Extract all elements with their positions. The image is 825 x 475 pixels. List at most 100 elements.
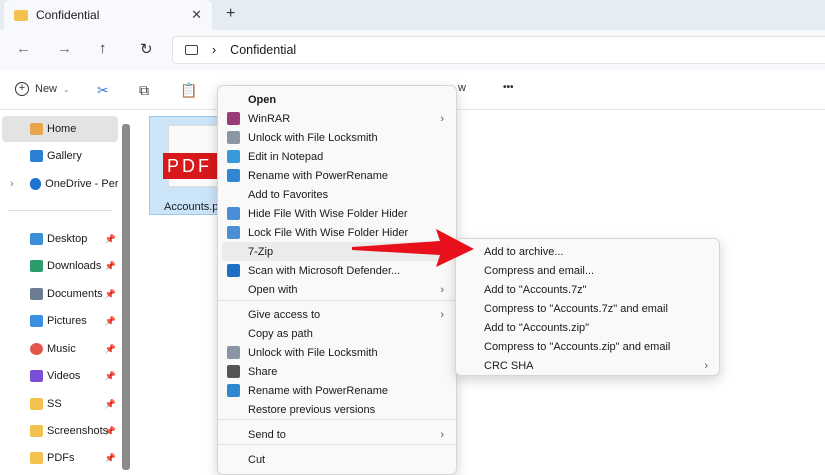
navigation-pane: Home Gallery ›OneDrive - Perso Desktop📌 …	[0, 110, 122, 470]
sidebar-item-pdfs[interactable]: PDFs 📌	[2, 445, 118, 471]
submenu-item[interactable]: CRC SHA ›	[460, 356, 716, 375]
menu-item-rename-with-powerrename[interactable]: Rename with PowerRename	[222, 166, 452, 185]
menu-item-label: Share	[248, 365, 278, 378]
menu-item-unlock-with-file-locksmith[interactable]: Unlock with File Locksmith	[222, 128, 452, 147]
submenu-item[interactable]: Add to archive...	[460, 242, 716, 261]
expand-chevron-icon: ›	[10, 178, 14, 190]
menu-item-copy-as-path[interactable]: Copy as path	[222, 324, 452, 343]
menu-item-7-zip[interactable]: 7-Zip	[222, 242, 452, 261]
sidebar-item-pictures[interactable]: Pictures 📌	[2, 308, 118, 334]
sidebar-item-label: Screenshots	[47, 425, 109, 437]
new-button[interactable]: + New ⌄	[15, 82, 70, 96]
sidebar-item-ss[interactable]: SS 📌	[2, 391, 118, 417]
sidebar-item-label: Documents	[47, 288, 103, 300]
menu-item-give-access-to[interactable]: Give access to ›	[222, 305, 452, 324]
sidebar-item-onedrive[interactable]: › OneDrive - Perso	[2, 171, 118, 197]
pin-icon: 📌	[104, 343, 116, 354]
menu-item-label: Send to	[248, 428, 286, 441]
menu-item-label: Edit in Notepad	[248, 150, 324, 163]
menu-item-scan-with-microsoft-defender[interactable]: Scan with Microsoft Defender...	[222, 261, 452, 280]
menu-item-icon	[227, 207, 240, 220]
pin-icon: 📌	[104, 288, 116, 299]
menu-item-rename-with-powerrename[interactable]: Rename with PowerRename	[222, 381, 452, 400]
menu-item-restore-previous-versions[interactable]: Restore previous versions	[222, 400, 452, 419]
address-bar[interactable]: › Confidential	[172, 36, 825, 64]
new-tab-button[interactable]: +	[226, 5, 235, 23]
sidebar-item-music[interactable]: Music 📌	[2, 336, 118, 362]
forward-button[interactable]: →	[57, 40, 72, 57]
menu-item-hide-file-with-wise-folder-hider[interactable]: Hide File With Wise Folder Hider	[222, 204, 452, 223]
chevron-down-icon: ⌄	[63, 84, 70, 94]
copy-button[interactable]: ⧉	[139, 82, 149, 99]
sidebar-item-label: Gallery	[47, 150, 82, 162]
menu-item-label: Open with	[248, 283, 298, 296]
tab-confidential[interactable]: Confidential ✕	[4, 0, 212, 30]
submenu-item-label: Compress and email...	[484, 264, 595, 277]
sidebar-item-videos[interactable]: Videos 📌	[2, 363, 118, 389]
breadcrumb-confidential[interactable]: Confidential	[230, 43, 296, 57]
submenu-item-label: CRC SHA	[484, 359, 534, 372]
sidebar-item-gallery[interactable]: Gallery	[2, 143, 118, 169]
menu-item-label: WinRAR	[248, 112, 291, 125]
pin-icon: 📌	[104, 233, 116, 244]
submenu-item[interactable]: Add to "Accounts.7z"	[460, 280, 716, 299]
refresh-button[interactable]: ↻	[140, 40, 153, 58]
more-options-button[interactable]: •••	[503, 82, 514, 93]
submenu-item[interactable]: Add to "Accounts.zip"	[460, 318, 716, 337]
paste-button[interactable]: 📋	[180, 82, 197, 99]
cut-button[interactable]: ✂	[97, 82, 109, 99]
pin-icon: 📌	[104, 452, 116, 463]
submenu-item[interactable]: Compress to "Accounts.7z" and email	[460, 299, 716, 318]
menu-item-label: Scan with Microsoft Defender...	[248, 264, 401, 277]
folder-icon	[30, 425, 43, 437]
up-button[interactable]: ↑	[99, 40, 107, 57]
menu-item-icon	[227, 150, 240, 163]
sidebar-item-label: OneDrive - Perso	[45, 178, 118, 190]
sidebar-item-home[interactable]: Home	[2, 116, 118, 142]
menu-item-add-to-favorites[interactable]: Add to Favorites	[222, 185, 452, 204]
address-row: ← → ↑ ↻ › Confidential	[0, 30, 825, 70]
chevron-right-icon: ›	[440, 283, 444, 296]
menu-item-open-with[interactable]: Open with ›	[222, 280, 452, 299]
sidebar-item-label: Videos	[47, 370, 81, 382]
submenu-item-label: Add to archive...	[484, 245, 564, 258]
view-button[interactable]: w	[458, 82, 466, 94]
menu-item-open[interactable]: Open	[222, 90, 452, 109]
close-tab-button[interactable]: ✕	[191, 7, 202, 23]
plus-circle-icon: +	[15, 82, 29, 96]
sidebar-item-documents[interactable]: Documents 📌	[2, 281, 118, 307]
menu-item-edit-in-notepad[interactable]: Edit in Notepad	[222, 147, 452, 166]
documents-icon	[30, 288, 43, 300]
submenu-item[interactable]: Compress to "Accounts.zip" and email	[460, 337, 716, 356]
folder-icon	[30, 398, 43, 410]
sidebar-item-downloads[interactable]: Downloads 📌	[2, 253, 118, 279]
back-button[interactable]: ←	[16, 40, 31, 57]
menu-item-cut[interactable]: Cut	[222, 450, 452, 469]
pictures-icon	[30, 315, 43, 327]
menu-item-send-to[interactable]: Send to ›	[222, 425, 452, 444]
sidebar-item-desktop[interactable]: Desktop 📌	[2, 226, 118, 252]
tab-bar: Confidential ✕ +	[0, 0, 825, 30]
videos-icon	[30, 370, 43, 382]
menu-item-icon	[227, 169, 240, 182]
menu-separator	[218, 444, 456, 445]
file-accounts-pdf[interactable]: PDF Accounts.p	[149, 116, 225, 215]
menu-item-label: Lock File With Wise Folder Hider	[248, 226, 409, 239]
sidebar-item-screenshots[interactable]: Screenshots 📌	[2, 418, 118, 444]
sidebar-scrollbar[interactable]	[122, 124, 130, 470]
menu-item-icon	[227, 365, 240, 378]
menu-item-label: Rename with PowerRename	[248, 169, 389, 182]
7zip-submenu: Add to archive... Compress and email... Ad…	[455, 238, 720, 376]
sidebar-item-label: Pictures	[47, 315, 87, 327]
pin-icon: 📌	[104, 398, 116, 409]
pin-icon: 📌	[104, 370, 116, 381]
menu-item-share[interactable]: Share	[222, 362, 452, 381]
menu-item-unlock-with-file-locksmith[interactable]: Unlock with File Locksmith	[222, 343, 452, 362]
pdf-badge: PDF	[163, 153, 225, 179]
menu-item-winrar[interactable]: WinRAR ›	[222, 109, 452, 128]
sidebar-item-label: Downloads	[47, 260, 102, 272]
sidebar-item-label: Desktop	[47, 233, 88, 245]
menu-item-lock-file-with-wise-folder-hider[interactable]: Lock File With Wise Folder Hider	[222, 223, 452, 242]
folder-icon	[30, 452, 43, 464]
submenu-item[interactable]: Compress and email...	[460, 261, 716, 280]
